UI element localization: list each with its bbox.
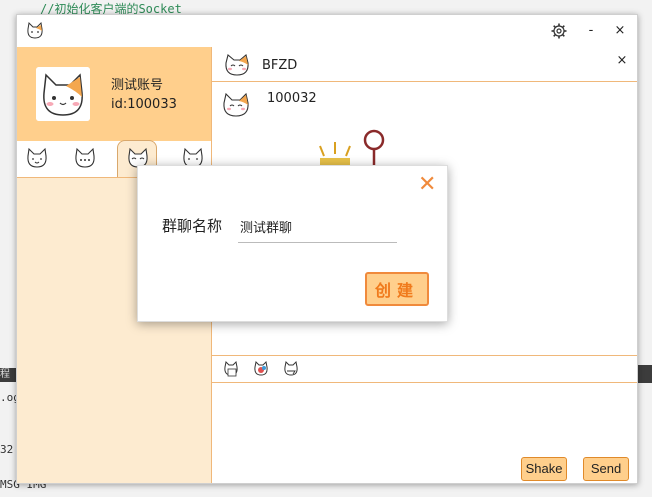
title-bar[interactable]: - ×: [17, 15, 637, 47]
close-button[interactable]: ×: [608, 15, 632, 47]
side-panel-strip: [637, 365, 652, 383]
message-input[interactable]: Shake Send: [212, 383, 637, 483]
user-id: id:100033: [111, 97, 177, 112]
settings-gear-icon[interactable]: [547, 15, 571, 47]
minimize-button[interactable]: -: [579, 15, 603, 47]
group-name-label: 群聊名称: [162, 217, 223, 235]
avatar[interactable]: [36, 67, 90, 121]
file-icon[interactable]: [222, 360, 240, 378]
side-panel-label: 程序: [0, 368, 16, 382]
sender-avatar-icon: [220, 92, 252, 122]
chat-header: BFZD ×: [212, 47, 637, 82]
close-chat-button[interactable]: ×: [613, 53, 631, 68]
shake-cat-icon[interactable]: [282, 360, 300, 378]
profile-panel: 测试账号 id:100033: [17, 47, 211, 141]
shake-button[interactable]: Shake: [521, 457, 567, 481]
chat-cat-icon: [75, 147, 95, 168]
group-name-input[interactable]: [238, 210, 397, 243]
contact-avatar-icon: [222, 53, 252, 81]
emoji-icon[interactable]: [252, 360, 270, 378]
create-group-button[interactable]: 创建: [365, 272, 429, 306]
tab-chats[interactable]: [65, 141, 103, 177]
dialog-close-icon[interactable]: ✕: [418, 174, 436, 196]
contact-name: BFZD: [262, 58, 298, 73]
tab-friends[interactable]: [17, 141, 55, 177]
app-logo-icon: [25, 21, 45, 41]
code-line: 32: [0, 443, 14, 456]
message-sender: 100032: [267, 91, 317, 106]
username: 测试账号: [111, 78, 164, 93]
input-toolbar: [212, 355, 637, 383]
send-button[interactable]: Send: [583, 457, 629, 481]
cat-face-icon: [27, 147, 47, 168]
create-group-dialog: ✕ 群聊名称 创建: [137, 165, 448, 322]
